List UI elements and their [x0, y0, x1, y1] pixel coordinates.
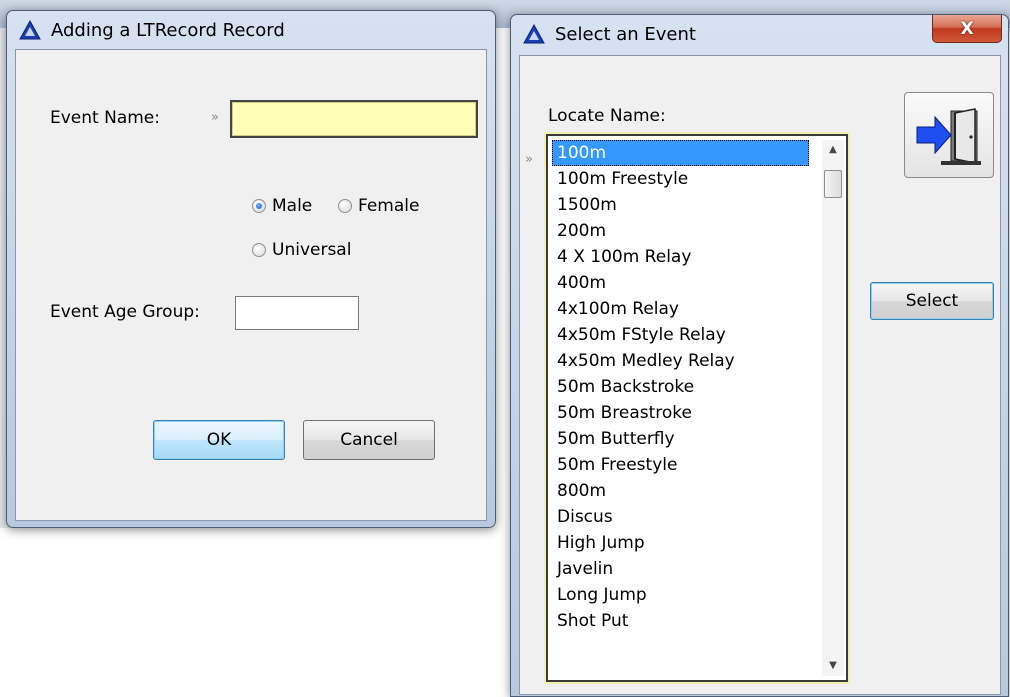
gender-universal-option[interactable]: Universal	[252, 240, 351, 260]
select-event-title: Select an Event	[555, 23, 696, 45]
scroll-down-icon[interactable]: ▼	[822, 656, 844, 676]
ok-button[interactable]: OK	[153, 420, 285, 460]
exit-button[interactable]	[904, 92, 994, 178]
age-group-label: Event Age Group:	[50, 302, 200, 322]
select-button[interactable]: Select	[870, 282, 994, 320]
add-record-dialog: Adding a LTRecord Record Event Name: » M…	[6, 10, 496, 528]
list-item[interactable]: Shot Put	[552, 608, 809, 634]
exit-door-icon	[916, 108, 981, 165]
list-item[interactable]: 4x50m FStyle Relay	[552, 322, 809, 348]
chevron-right-icon: »	[525, 152, 533, 167]
list-item[interactable]: 400m	[552, 270, 809, 296]
event-list: 100m 100m Freestyle 1500m 200m 4 X 100m Rela…	[552, 140, 809, 634]
app-triangle-icon	[523, 24, 545, 44]
select-button-label: Select	[905, 291, 959, 311]
list-item[interactable]: Discus	[552, 504, 809, 530]
cancel-button[interactable]: Cancel	[303, 420, 435, 460]
add-record-client: Event Name: » Male Female Universal Even…	[15, 49, 487, 521]
list-item[interactable]: 4x100m Relay	[552, 296, 809, 322]
event-name-input[interactable]	[230, 100, 478, 138]
list-item[interactable]: High Jump	[552, 530, 809, 556]
radio-universal[interactable]	[252, 243, 266, 257]
radio-male[interactable]	[252, 199, 266, 213]
list-item[interactable]: 50m Butterfly	[552, 426, 809, 452]
scroll-thumb[interactable]	[824, 170, 842, 198]
radio-universal-label: Universal	[272, 240, 352, 260]
list-item[interactable]: 4 X 100m Relay	[552, 244, 809, 270]
list-item[interactable]: 50m Backstroke	[552, 374, 809, 400]
select-event-dialog: Select an Event X Locate Name: » 100m 100…	[510, 14, 1009, 697]
select-event-client: Locate Name: » 100m 100m Freestyle 1500m 20…	[519, 55, 1001, 695]
gender-male-option[interactable]: Male	[252, 196, 312, 216]
app-triangle-icon	[19, 20, 41, 40]
event-listbox[interactable]: 100m 100m Freestyle 1500m 200m 4 X 100m Rela…	[546, 134, 848, 682]
list-item[interactable]: 100m Freestyle	[552, 166, 809, 192]
radio-female[interactable]	[338, 199, 352, 213]
list-item[interactable]: 200m	[552, 218, 809, 244]
list-item[interactable]: 50m Breastroke	[552, 400, 809, 426]
list-item[interactable]: Long Jump	[552, 582, 809, 608]
gender-female-option[interactable]: Female	[338, 196, 419, 216]
list-item[interactable]: 1500m	[552, 192, 809, 218]
list-item[interactable]: 800m	[552, 478, 809, 504]
scroll-up-icon[interactable]: ▲	[822, 140, 844, 160]
chevron-right-icon: »	[211, 110, 219, 125]
list-item[interactable]: Javelin	[552, 556, 809, 582]
listbox-scrollbar[interactable]: ▲ ▼	[822, 140, 844, 676]
add-record-title: Adding a LTRecord Record	[51, 19, 285, 41]
radio-female-label: Female	[358, 196, 420, 216]
close-button[interactable]: X	[932, 15, 1002, 43]
radio-male-label: Male	[272, 196, 313, 216]
list-item[interactable]: 50m Freestyle	[552, 452, 809, 478]
locate-name-label: Locate Name:	[548, 106, 666, 126]
age-group-input[interactable]	[235, 296, 359, 330]
add-record-titlebar[interactable]: Adding a LTRecord Record	[7, 11, 495, 49]
list-item[interactable]: 100m	[552, 140, 809, 166]
event-name-label: Event Name:	[50, 108, 160, 128]
list-item[interactable]: 4x50m Medley Relay	[552, 348, 809, 374]
